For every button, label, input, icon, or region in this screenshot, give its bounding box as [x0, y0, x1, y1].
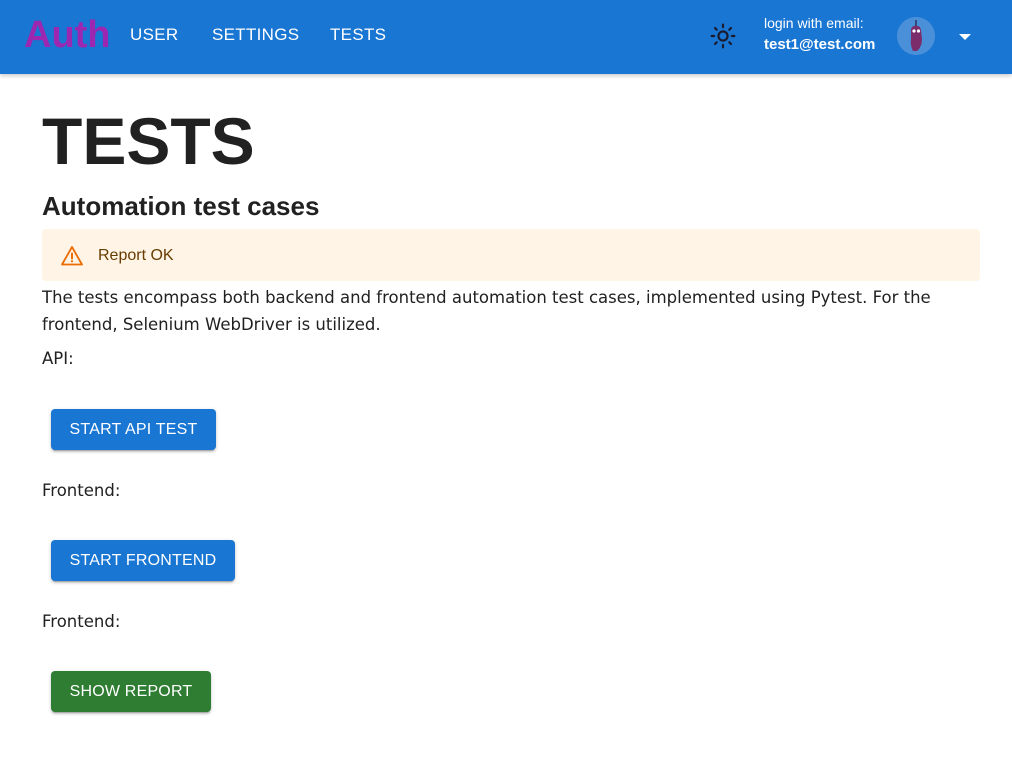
avatar[interactable] — [897, 17, 935, 55]
alert-message: Report OK — [98, 247, 174, 264]
start-frontend-button[interactable]: START FRONTEND — [51, 540, 235, 581]
app-logo[interactable]: Auth — [24, 13, 111, 57]
frontend-label: Frontend: — [42, 481, 121, 500]
nav-user[interactable]: USER — [130, 25, 178, 45]
sun-icon — [710, 23, 736, 49]
start-api-test-button[interactable]: START API TEST — [51, 409, 216, 450]
caret-down-icon — [959, 34, 971, 40]
nav-settings[interactable]: SETTINGS — [212, 25, 299, 45]
section-title: Automation test cases — [42, 191, 320, 221]
theme-toggle-button[interactable] — [708, 21, 738, 51]
app-bar: Auth USER SETTINGS TESTS login with emai… — [0, 0, 1012, 74]
login-label: login with email: — [764, 15, 864, 31]
login-email: test1@test.com — [764, 36, 876, 53]
user-menu-button[interactable] — [955, 27, 975, 47]
avatar-image — [897, 17, 935, 55]
description-text: The tests encompass both backend and fro… — [42, 288, 931, 334]
api-label: API: — [42, 349, 74, 368]
nav-tests[interactable]: TESTS — [330, 25, 386, 45]
report-label: Frontend: — [42, 612, 121, 631]
show-report-button[interactable]: SHOW REPORT — [51, 671, 211, 712]
report-alert: Report OK — [42, 229, 980, 281]
warning-icon — [61, 246, 83, 266]
page-title: TESTS — [42, 104, 255, 178]
